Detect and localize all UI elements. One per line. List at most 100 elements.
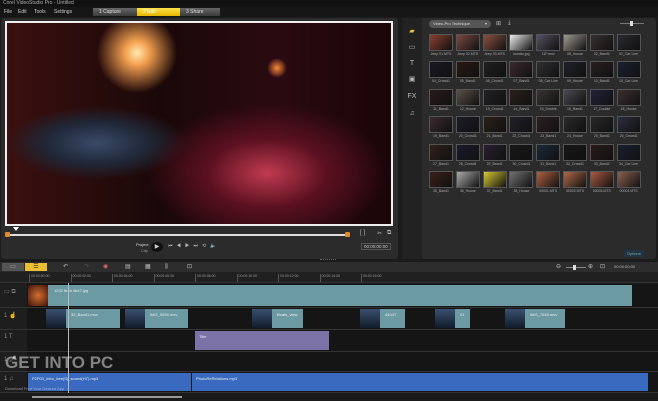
fit-project-icon[interactable]: ⊡ (600, 263, 605, 271)
timeline-view-button[interactable]: ☰ (25, 263, 47, 271)
library-thumbnail[interactable]: 25_Band1 (589, 116, 614, 140)
library-thumbnail[interactable]: 08_House (563, 34, 587, 58)
subtitle-icon[interactable]: ⊡ (187, 263, 192, 271)
zoom-slider[interactable] (566, 265, 586, 270)
import-icon[interactable]: ⤓ (508, 20, 511, 27)
menu-settings[interactable]: Settings (54, 8, 72, 16)
library-thumbnail[interactable]: 22_Crowd1 (509, 116, 534, 140)
library-thumbnail[interactable]: 04_Crowd1 (429, 61, 453, 85)
library-thumbnail[interactable]: 14_Band1 (509, 88, 534, 113)
overlay-clip[interactable]: Boats_view (252, 309, 303, 328)
title-clip[interactable]: Title (195, 331, 329, 350)
trim-end-handle[interactable] (345, 232, 350, 237)
title-icon[interactable]: T (406, 59, 418, 69)
library-thumbnail[interactable]: 28_Crowd1 (455, 143, 480, 168)
library-thumbnail[interactable]: 11F.mov (536, 34, 561, 58)
library-thumbnail[interactable]: 20_Crowd1 (455, 116, 480, 140)
home-icon[interactable]: ⏮ (168, 243, 177, 249)
graphic-icon[interactable]: ▣ (406, 75, 418, 85)
library-thumbnail[interactable]: 38_House (509, 171, 534, 195)
library-thumbnail[interactable]: 17_Double (589, 88, 614, 113)
library-thumbnail[interactable]: 13_Crowd1 (482, 88, 507, 113)
fx-icon[interactable]: FX (406, 92, 418, 102)
menu-file[interactable]: File (4, 8, 12, 16)
overlay-clip[interactable]: 01 (435, 309, 470, 328)
overlay-clip[interactable]: IMG_7048.mov (505, 309, 565, 328)
library-thumbnail[interactable]: 10_Car Line (616, 61, 641, 85)
overlay-clip[interactable]: 32_Band1.mov (46, 309, 120, 328)
video-clip[interactable]: 1232 fb4b 4b47.jpg (28, 285, 632, 306)
library-thumbnail[interactable]: 24_House (563, 116, 587, 140)
project-mode[interactable]: Project (136, 242, 148, 247)
music-clip[interactable]: PhotoReRelations.mp3 (192, 373, 648, 391)
library-thumbnail[interactable]: tomato.jpg (509, 34, 534, 58)
library-thumbnail[interactable]: 34_Car Line (616, 143, 641, 168)
library-thumbnail[interactable]: 35_Band1 (429, 171, 453, 195)
overlay-clip[interactable]: IMG_5094.mov (125, 309, 188, 328)
library-thumbnail[interactable]: 21_Band1 (482, 116, 507, 140)
play-button[interactable]: ▶ (151, 242, 163, 252)
library-thumbnail[interactable]: 00001.MTS (536, 171, 561, 195)
library-thumbnail[interactable]: 23_Band1 (536, 116, 561, 140)
end-icon[interactable]: ⏭ (193, 243, 202, 249)
zoom-in-icon[interactable]: ⊕ (588, 263, 593, 271)
scrub-bar[interactable] (7, 234, 347, 236)
library-thumbnail[interactable]: 36_House (455, 171, 480, 195)
library-thumbnail[interactable]: 00002.MTS (563, 171, 587, 195)
redo-icon[interactable]: ↷ (84, 263, 89, 271)
library-thumbnail[interactable]: 31_Band1 (536, 143, 561, 168)
library-thumbnail[interactable]: 37_Band1 (482, 171, 507, 195)
library-thumbnail[interactable]: 33_Band1 (589, 143, 614, 168)
library-thumbnail[interactable]: 26_Crowd1 (616, 116, 641, 140)
cut-icon[interactable]: ✂ (377, 230, 382, 237)
prev-frame-icon[interactable]: ◀ (177, 243, 185, 249)
library-dropdown[interactable]: Video-Pro Technique ▾ (429, 20, 491, 28)
mark-in-icon[interactable]: [ ] (360, 230, 365, 236)
trim-start-handle[interactable] (5, 232, 10, 237)
timecode[interactable]: 00:00:00:00 (361, 243, 391, 250)
library-thumbnail[interactable]: 30_Crowd1 (509, 143, 534, 168)
library-thumbnail[interactable]: 32_Crowd1 (563, 143, 587, 168)
library-thumbnail[interactable]: 29_Band1 (482, 143, 507, 168)
sound-mixer-icon[interactable]: ▤ (125, 263, 131, 271)
enlarge-icon[interactable]: ⧉ (387, 230, 391, 237)
timeline-playhead[interactable] (68, 283, 69, 393)
library-thumbnail[interactable]: 11_Band1 (429, 88, 453, 113)
undo-icon[interactable]: ↶ (63, 263, 68, 271)
timeline-scrollbar[interactable] (0, 394, 658, 401)
volume-icon[interactable]: 🔈 (210, 243, 220, 249)
library-thumbnail[interactable]: 08_Car Line (536, 61, 561, 85)
overlay-clip[interactable]: 4404T (360, 309, 405, 328)
library-thumbnail[interactable]: 09_House (563, 61, 587, 85)
playhead-marker[interactable] (13, 227, 19, 231)
audio-wave-icon[interactable]: ⫼ (165, 263, 168, 271)
thumbnail-size-slider[interactable] (620, 21, 644, 26)
library-thumbnail[interactable]: 16_Band1 (563, 88, 587, 113)
library-thumbnail[interactable]: 01_Car Line (616, 34, 641, 58)
tab-edit[interactable]: 2 Edit (137, 8, 180, 16)
transition-icon[interactable]: ▭ (406, 43, 418, 53)
auto-music-icon[interactable]: ▦ (145, 263, 151, 271)
zoom-out-icon[interactable]: ⊖ (556, 263, 561, 271)
media-icon[interactable]: ▰ (406, 27, 418, 37)
tab-share[interactable]: 3 Share (180, 8, 220, 16)
library-thumbnail[interactable]: 05_Band1 (455, 61, 480, 85)
library-thumbnail[interactable]: 06_Crowd1 (482, 61, 507, 85)
tab-capture[interactable]: 1 Capture (93, 8, 137, 16)
library-thumbnail[interactable]: 19_Band1 (429, 116, 453, 140)
library-thumbnail[interactable]: 10_Band1 (589, 61, 614, 85)
repeat-icon[interactable]: ⟲ (202, 243, 210, 249)
options-button[interactable]: Options (624, 250, 644, 257)
library-thumbnail[interactable]: 02_Band1 (589, 34, 614, 58)
clip-mode[interactable]: Clip (141, 248, 148, 253)
library-thumbnail[interactable]: 15_Double (536, 88, 561, 113)
splitter-handle[interactable] (320, 259, 336, 261)
library-thumbnail[interactable]: Jeep 02.MTS (455, 34, 480, 58)
library-thumbnail[interactable]: 07_Band1 (509, 61, 534, 85)
library-thumbnail[interactable]: Jeep 03.MTS (482, 34, 507, 58)
storyboard-view-button[interactable]: ▭ (2, 263, 24, 271)
library-thumbnail[interactable]: 12_House (455, 88, 480, 113)
library-thumbnail[interactable]: Jeep 01.MTS (429, 34, 453, 58)
audio-icon[interactable]: ♫ (406, 109, 418, 119)
library-thumbnail[interactable]: 00003.MTS (589, 171, 614, 195)
